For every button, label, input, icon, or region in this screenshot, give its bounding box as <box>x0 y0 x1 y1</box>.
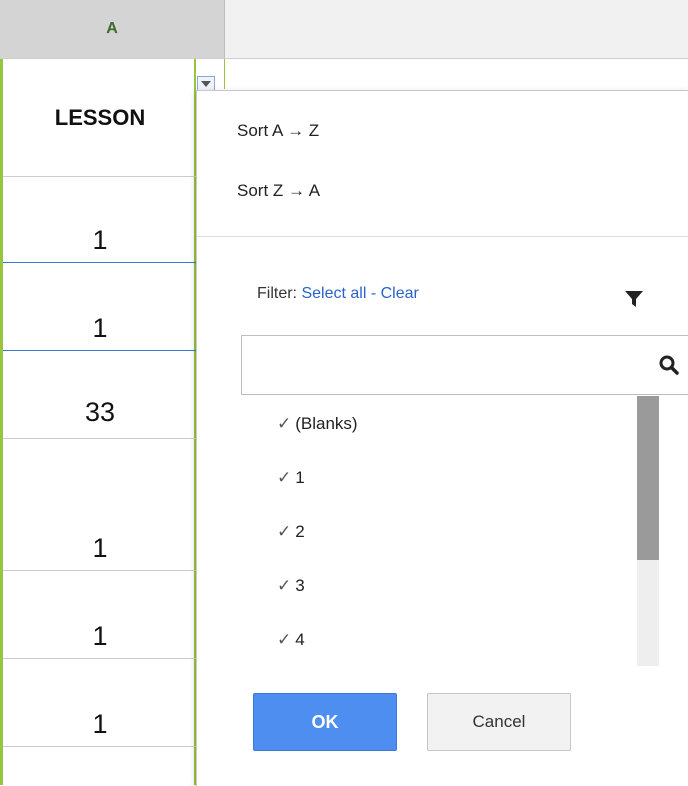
cell-row-6[interactable]: 1 <box>3 659 197 747</box>
filter-list-scrollbar[interactable] <box>637 396 659 666</box>
cell-row-3[interactable]: 33 <box>3 351 197 439</box>
cell-row-1-text: 1 <box>92 225 108 255</box>
filter-values-list[interactable]: ✓ (Blanks) ✓ 1 ✓ 2 ✓ 3 ✓ 4 <box>241 396 659 666</box>
filter-option-1[interactable]: ✓ 1 <box>277 468 305 488</box>
filter-prefix: Filter: <box>257 285 297 302</box>
cancel-button-label: Cancel <box>472 712 526 731</box>
scrollbar-thumb[interactable] <box>637 396 659 560</box>
column-b-border <box>224 59 225 89</box>
sort-a-to-z[interactable]: Sort A → Z <box>237 121 319 141</box>
check-icon: ✓ <box>277 414 292 433</box>
filter-option-label: 4 <box>295 630 305 649</box>
filter-funnel-icon <box>625 291 643 307</box>
check-icon: ✓ <box>277 468 292 487</box>
filter-link-separator: - <box>370 285 377 302</box>
filter-option-label: (Blanks) <box>295 414 358 433</box>
filter-option-label: 3 <box>295 576 305 595</box>
chevron-down-icon <box>201 81 211 87</box>
column-a: LESSON 1 1 33 1 1 1 <box>0 59 197 785</box>
filter-search-input[interactable] <box>241 335 688 395</box>
cell-header[interactable]: LESSON <box>3 59 197 177</box>
menu-divider <box>197 236 688 237</box>
sort-z-to-a-label: Sort Z → A <box>237 181 321 200</box>
cell-row-2[interactable]: 1 <box>3 263 197 351</box>
column-header-row: A <box>0 0 688 59</box>
filter-option-label: 1 <box>295 468 305 487</box>
search-icon[interactable] <box>658 354 680 376</box>
filter-option-4[interactable]: ✓ 4 <box>277 630 305 650</box>
cell-row-1[interactable]: 1 <box>3 177 197 263</box>
check-icon: ✓ <box>277 630 292 649</box>
clear-link[interactable]: Clear <box>381 285 419 302</box>
select-all-link[interactable]: Select all <box>301 285 366 302</box>
column-header-a-label: A <box>106 20 118 37</box>
sort-z-to-a[interactable]: Sort Z → A <box>237 181 320 201</box>
cell-row-2-text: 1 <box>92 313 108 343</box>
cell-row-5[interactable]: 1 <box>3 571 197 659</box>
filter-option-2[interactable]: ✓ 2 <box>277 522 305 542</box>
cell-row-5-text: 1 <box>92 621 108 651</box>
column-header-a[interactable]: A <box>0 0 225 58</box>
filter-option-label: 2 <box>295 522 305 541</box>
check-icon: ✓ <box>277 522 292 541</box>
cell-row-3-text: 33 <box>84 397 116 427</box>
cell-row-6-text: 1 <box>92 709 108 739</box>
check-icon: ✓ <box>277 576 292 595</box>
filter-label: Filter: Select all - Clear <box>257 285 419 303</box>
filter-menu: Sort A → Z Sort Z → A Filter: Select all… <box>196 90 688 786</box>
cell-header-text: LESSON <box>54 104 146 130</box>
ok-button[interactable]: OK <box>253 693 397 751</box>
filter-option-blanks[interactable]: ✓ (Blanks) <box>277 414 358 434</box>
cancel-button[interactable]: Cancel <box>427 693 571 751</box>
filter-option-3[interactable]: ✓ 3 <box>277 576 305 596</box>
cell-row-4[interactable]: 1 <box>3 439 197 571</box>
sort-a-to-z-label: Sort A → Z <box>237 121 320 140</box>
ok-button-label: OK <box>311 711 339 732</box>
cell-row-4-text: 1 <box>92 533 108 563</box>
